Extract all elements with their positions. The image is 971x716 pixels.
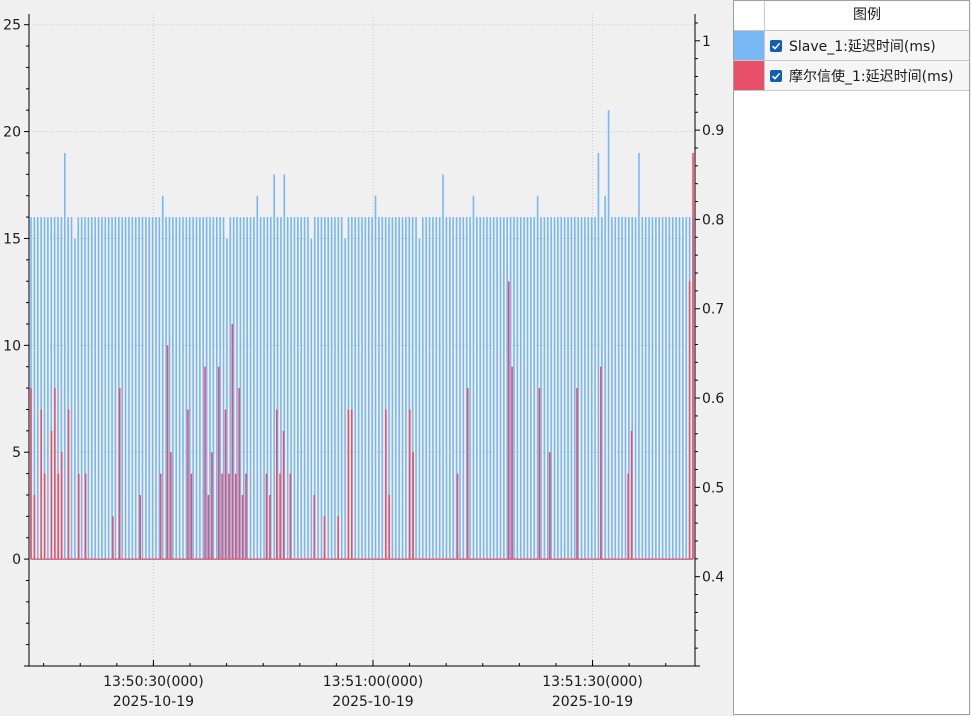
legend-panel: 图例 Slave_1:延迟时间(ms) 摩尔信使_1:延迟时间(ms) — [733, 0, 970, 715]
legend-header: 图例 — [734, 1, 969, 31]
legend-checkbox-moer[interactable] — [770, 69, 782, 82]
x-tick-label-time: 13:51:30(000) — [542, 674, 643, 690]
chart-area[interactable]: 0 5 10 15 20 25 0.4 0.5 0.6 0.7 0.8 0.9 1 13:50:30(00… — [0, 0, 733, 716]
y-left-tick-label: 5 — [12, 445, 21, 461]
check-icon — [771, 72, 781, 80]
y-left-tick-label: 15 — [3, 231, 21, 247]
y-right-tick-label: 0.5 — [702, 480, 724, 496]
y-right-tick-label: 0.9 — [702, 123, 724, 139]
legend-title: 图例 — [853, 7, 881, 23]
y-left-tick-label: 20 — [3, 125, 21, 141]
legend-item-slave[interactable]: Slave_1:延迟时间(ms) — [734, 31, 969, 61]
chart-svg: 0 5 10 15 20 25 0.4 0.5 0.6 0.7 0.8 0.9 1 13:50:30(00… — [3, 14, 724, 710]
check-icon — [771, 42, 781, 50]
y-right-tick-label: 0.7 — [702, 302, 724, 318]
y-left-tick-label: 0 — [12, 552, 21, 568]
y-right-tick-label: 1 — [702, 34, 711, 50]
x-tick-label-time: 13:51:00(000) — [323, 674, 424, 690]
x-tick-label-date: 2025-10-19 — [552, 694, 633, 710]
x-tick-label-date: 2025-10-19 — [113, 694, 194, 710]
y-right-tick-label: 0.4 — [702, 570, 724, 586]
legend-label-moer: 摩尔信使_1:延迟时间(ms) — [789, 68, 954, 85]
legend-item-moer[interactable]: 摩尔信使_1:延迟时间(ms) — [734, 61, 969, 91]
legend-cell-moer: 摩尔信使_1:延迟时间(ms) — [765, 61, 969, 90]
legend-checkbox-slave[interactable] — [770, 39, 782, 52]
x-tick-label-time: 13:50:30(000) — [103, 674, 204, 690]
legend-header-corner — [734, 1, 765, 30]
x-tick-label-date: 2025-10-19 — [332, 694, 413, 710]
legend-label-slave: Slave_1:延迟时间(ms) — [789, 38, 936, 55]
legend-swatch-slave — [734, 31, 765, 60]
y-right-tick-label: 0.6 — [702, 391, 724, 407]
y-right-tick-label: 0.8 — [702, 212, 724, 228]
legend-cell-slave: Slave_1:延迟时间(ms) — [765, 31, 969, 60]
y-left-tick-label: 25 — [3, 18, 21, 34]
y-left-tick-label: 10 — [3, 338, 21, 354]
legend-swatch-moer — [734, 61, 765, 90]
